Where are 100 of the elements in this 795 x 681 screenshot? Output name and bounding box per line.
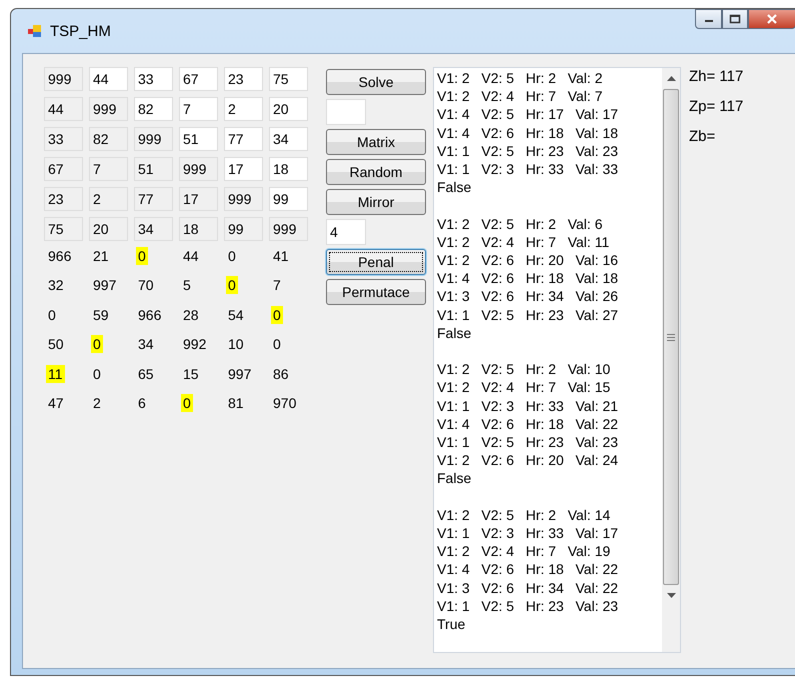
matrix-cell-field[interactable]: 20 (269, 97, 308, 121)
matrix-cell-field[interactable]: 7 (179, 97, 218, 121)
log-line: V1: 2 V2: 5 Hr: 2 Val: 14 (437, 506, 612, 524)
matrix-cell-field[interactable]: 82 (134, 97, 173, 121)
input-field[interactable]: 4 (326, 219, 366, 245)
scrollbar[interactable] (662, 68, 680, 652)
result-value: 11 (46, 364, 65, 383)
result-value: 81 (227, 394, 245, 412)
scroll-down-icon[interactable] (666, 593, 676, 598)
result-value: 44 (182, 246, 200, 265)
result-value: 0 (271, 306, 283, 324)
log-result: True (437, 615, 466, 634)
log-line: V1: 2 V2: 4 Hr: 7 Val: 15 (437, 378, 612, 397)
result-label: Zb= (689, 128, 716, 146)
log-line: V1: 2 V2: 5 Hr: 2 Val: 2 (437, 69, 604, 88)
log-result: False (437, 178, 472, 196)
result-value: 32 (47, 276, 65, 294)
log-line: V1: 4 V2: 5 Hr: 17 Val: 17 (437, 105, 620, 124)
result-value: 5 (182, 276, 192, 294)
result-value: 0 (226, 276, 238, 294)
maximize-button[interactable] (722, 9, 748, 29)
result-label: Zh= 117 (689, 68, 744, 86)
action-button[interactable]: Random (326, 159, 426, 185)
log-line: V1: 2 V2: 4 Hr: 7 Val: 19 (437, 542, 612, 560)
result-value: 15 (182, 364, 200, 383)
log-line: V1: 1 V2: 3 Hr: 33 Val: 21 (437, 396, 620, 415)
result-value: 47 (47, 394, 65, 412)
scroll-thumb[interactable] (663, 89, 679, 585)
result-value: 2 (92, 394, 102, 412)
action-button[interactable]: Permutace (326, 279, 426, 305)
action-button[interactable]: Solve (326, 69, 426, 95)
result-value: 54 (227, 306, 245, 324)
log-line: V1: 4 V2: 6 Hr: 18 Val: 18 (437, 124, 620, 142)
result-value: 65 (137, 364, 155, 383)
result-value: 70 (137, 276, 155, 294)
result-value: 966 (137, 306, 162, 324)
result-value: 997 (92, 276, 118, 294)
log-line: V1: 3 V2: 6 Hr: 34 Val: 22 (437, 578, 620, 597)
action-button[interactable]: Matrix (326, 129, 426, 155)
action-button[interactable]: Mirror (326, 189, 426, 215)
matrix-cell-field[interactable]: 33 (134, 67, 173, 91)
log-line: V1: 2 V2: 6 Hr: 20 Val: 16 (437, 251, 620, 270)
result-value: 0 (227, 246, 237, 265)
result-value: 970 (272, 394, 298, 412)
matrix-cell-field[interactable]: 17 (224, 157, 263, 181)
result-value: 59 (92, 306, 110, 324)
result-value: 6 (137, 394, 147, 412)
matrix-cell-field[interactable]: 2 (224, 97, 263, 121)
result-value: 0 (91, 335, 103, 354)
result-value: 0 (47, 306, 57, 324)
log-result: False (437, 324, 472, 342)
result-value: 0 (92, 364, 102, 383)
result-value: 28 (182, 306, 200, 324)
matrix-cell-field[interactable]: 77 (224, 127, 263, 151)
result-value: 7 (272, 276, 282, 294)
log-result: False (437, 469, 472, 488)
log-line: V1: 4 V2: 6 Hr: 18 Val: 18 (437, 269, 620, 288)
result-value: 21 (92, 246, 110, 265)
result-value: 41 (272, 246, 290, 265)
result-value: 0 (136, 246, 148, 265)
log-line: V1: 4 V2: 6 Hr: 18 Val: 22 (437, 560, 620, 579)
result-value: 86 (272, 364, 290, 383)
close-button[interactable] (748, 9, 795, 29)
matrix-cell-field[interactable]: 51 (179, 127, 218, 151)
result-value: 966 (47, 246, 72, 265)
result-label: Zp= 117 (689, 98, 744, 116)
result-value: 997 (227, 364, 252, 383)
matrix-cell-field[interactable]: 18 (269, 157, 308, 181)
result-value: 50 (47, 335, 65, 354)
scroll-up-icon[interactable] (666, 76, 676, 81)
action-button[interactable]: Penal (326, 249, 426, 275)
matrix-cell-field[interactable]: 75 (269, 67, 308, 91)
log-line: V1: 1 V2: 3 Hr: 33 Val: 17 (437, 524, 620, 542)
result-value: 10 (227, 335, 245, 354)
log-line: V1: 1 V2: 5 Hr: 23 Val: 23 (437, 433, 620, 452)
minimize-button[interactable] (695, 9, 722, 29)
grip-icon (667, 334, 675, 340)
result-value: 0 (181, 394, 193, 412)
app-icon (27, 23, 43, 39)
log-line: V1: 1 V2: 5 Hr: 23 Val: 23 (437, 596, 620, 616)
log-line: V1: 3 V2: 6 Hr: 34 Val: 26 (437, 287, 620, 306)
log-line: V1: 2 V2: 6 Hr: 20 Val: 24 (437, 451, 620, 470)
close-icon (766, 13, 778, 25)
matrix-cell-field[interactable]: 23 (224, 67, 263, 91)
log-line: V1: 1 V2: 3 Hr: 33 Val: 33 (437, 160, 620, 178)
log-line: V1: 1 V2: 5 Hr: 23 Val: 23 (437, 142, 620, 160)
matrix-cell-field[interactable]: 67 (179, 67, 218, 91)
log-line: V1: 2 V2: 5 Hr: 2 Val: 6 (437, 214, 604, 233)
log-line: V1: 2 V2: 5 Hr: 2 Val: 10 (437, 360, 612, 378)
input-field[interactable] (326, 99, 366, 125)
result-value: 0 (272, 335, 282, 354)
log-line: V1: 2 V2: 4 Hr: 7 Val: 11 (437, 232, 610, 252)
matrix-cell-field[interactable]: 44 (89, 67, 128, 91)
log-line: V1: 1 V2: 5 Hr: 23 Val: 27 (437, 306, 620, 324)
matrix-cell-field[interactable]: 34 (269, 127, 308, 151)
log-line: V1: 4 V2: 6 Hr: 18 Val: 22 (437, 414, 620, 434)
result-value: 992 (182, 335, 208, 354)
result-value: 34 (137, 335, 155, 354)
maximize-icon (729, 14, 741, 24)
matrix-cell-field[interactable]: 99 (269, 187, 308, 211)
